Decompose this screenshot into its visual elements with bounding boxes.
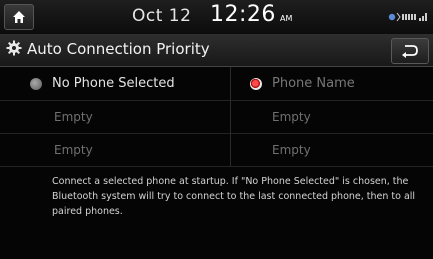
list-row: No Phone Selected Phone Name — [0, 67, 433, 101]
home-icon — [13, 11, 25, 23]
status-date: Oct 12 — [132, 6, 192, 26]
list-row: Empty Empty — [0, 100, 433, 134]
column-divider — [230, 67, 231, 166]
back-arrow-icon — [402, 45, 418, 58]
page-title: Auto Connection Priority — [27, 40, 210, 58]
empty-slot[interactable]: Empty — [272, 100, 422, 133]
status-time: 12:26 — [210, 2, 276, 27]
phone-name-option[interactable]: Phone Name — [250, 67, 430, 100]
empty-slot[interactable]: Empty — [54, 133, 224, 166]
option-label: Phone Name — [272, 76, 355, 91]
title-bar: Auto Connection Priority — [0, 34, 433, 67]
bluetooth-battery-signal-icon — [388, 12, 427, 22]
empty-slot[interactable]: Empty — [54, 100, 224, 133]
list-row: Empty Empty — [0, 133, 433, 167]
help-description: Connect a selected phone at startup. If … — [52, 176, 416, 217]
phone-priority-list: No Phone Selected Phone Name Empty Empty… — [0, 67, 433, 167]
home-button[interactable] — [4, 4, 34, 30]
status-bar: Oct 12 12:26 AM — [0, 0, 433, 34]
gear-icon — [6, 40, 22, 56]
no-phone-selected-option[interactable]: No Phone Selected — [30, 67, 225, 100]
radio-unselected-icon — [30, 77, 42, 90]
radio-selected-icon — [250, 77, 262, 90]
back-button[interactable] — [391, 38, 429, 64]
status-ampm: AM — [280, 14, 293, 23]
option-label: No Phone Selected — [52, 76, 175, 91]
empty-slot[interactable]: Empty — [272, 133, 422, 166]
